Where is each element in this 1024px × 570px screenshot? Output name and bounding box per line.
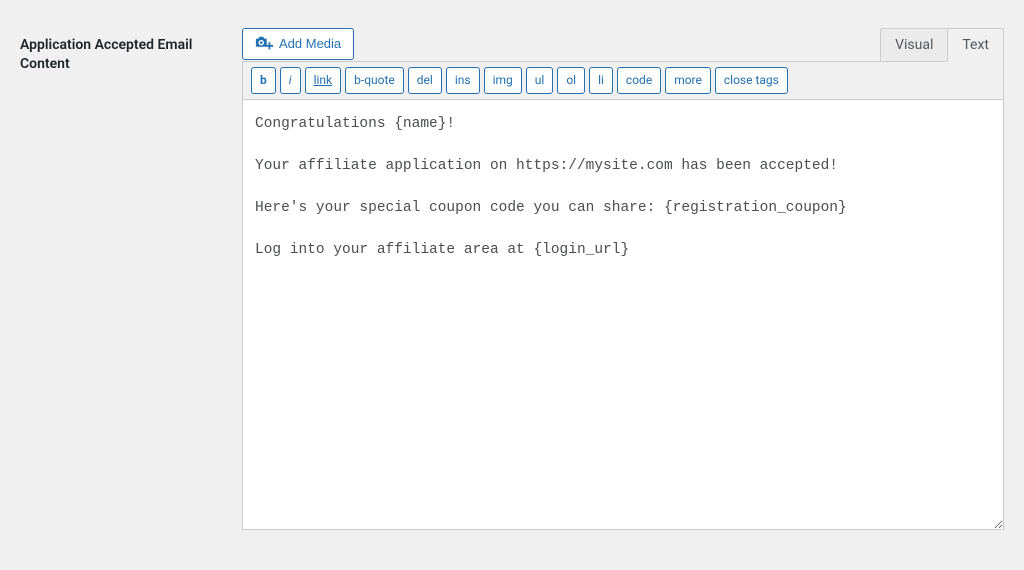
qt-b-button[interactable]: b: [251, 67, 276, 94]
quicktags-toolbar: b i link b-quote del ins img ul ol li co…: [242, 61, 1004, 100]
qt-more-button[interactable]: more: [665, 67, 711, 94]
qt-ul-button[interactable]: ul: [526, 67, 554, 94]
qt-closetags-button[interactable]: close tags: [715, 67, 788, 94]
qt-i-button[interactable]: i: [280, 67, 301, 94]
add-media-label: Add Media: [279, 35, 341, 53]
field-label: Application Accepted Email Content: [20, 36, 220, 74]
qt-li-button[interactable]: li: [589, 67, 613, 94]
qt-ins-button[interactable]: ins: [446, 67, 480, 94]
qt-link-button[interactable]: link: [305, 67, 342, 94]
media-icon: [255, 35, 273, 53]
content-textarea[interactable]: [242, 100, 1004, 530]
editor-tabs: Visual Text: [881, 28, 1004, 62]
qt-img-button[interactable]: img: [484, 67, 522, 94]
qt-code-button[interactable]: code: [617, 67, 661, 94]
editor-column: Add Media Visual Text b i link b-quote d…: [242, 28, 1004, 534]
tab-visual[interactable]: Visual: [880, 28, 948, 62]
qt-ol-button[interactable]: ol: [557, 67, 585, 94]
qt-del-button[interactable]: del: [408, 67, 442, 94]
field-label-column: Application Accepted Email Content: [20, 28, 220, 534]
add-media-button[interactable]: Add Media: [242, 28, 354, 60]
qt-bquote-button[interactable]: b-quote: [345, 67, 404, 94]
tab-text[interactable]: Text: [947, 28, 1004, 62]
